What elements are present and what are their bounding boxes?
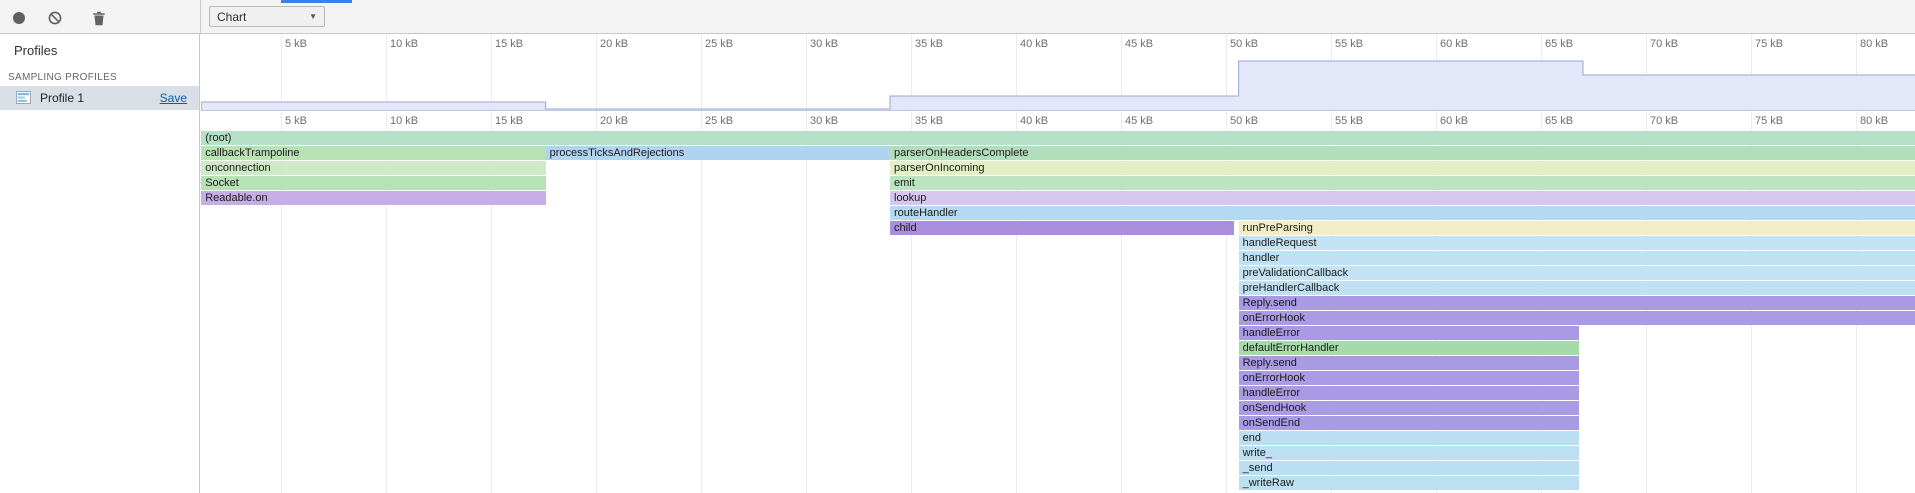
ruler-label: 5 kB (285, 38, 307, 50)
flame-frame[interactable]: _writeRaw (1239, 476, 1579, 490)
flame-frame[interactable]: handler (1239, 251, 1915, 265)
flame-frame[interactable]: onErrorHook (1239, 311, 1915, 325)
ruler-label: 75 kB (1755, 115, 1783, 127)
ruler-label: 35 kB (915, 115, 943, 127)
flame-frame[interactable]: onconnection (201, 161, 545, 175)
flame-frame[interactable]: preValidationCallback (1239, 266, 1915, 280)
ruler-label: 10 kB (390, 115, 418, 127)
ruler-label: 65 kB (1545, 38, 1573, 50)
ruler-label: 15 kB (495, 115, 523, 127)
ruler-label: 20 kB (600, 38, 628, 50)
chevron-down-icon: ▼ (309, 12, 317, 21)
ruler-label: 70 kB (1650, 38, 1678, 50)
flame-frame[interactable]: handleRequest (1239, 236, 1915, 250)
profiles-sidebar: Profiles SAMPLING PROFILES Profile 1 Sav… (0, 34, 200, 493)
flame-frame[interactable]: Reply.send (1239, 296, 1915, 310)
ruler-label: 75 kB (1755, 38, 1783, 50)
ruler-label: 30 kB (810, 115, 838, 127)
ruler-label: 45 kB (1125, 115, 1153, 127)
flame-frame[interactable]: preHandlerCallback (1239, 281, 1915, 295)
flame-frame[interactable]: onErrorHook (1239, 371, 1579, 385)
block-icon (48, 11, 62, 25)
flame-frame[interactable]: Reply.send (1239, 356, 1579, 370)
flame-frame[interactable]: _send (1239, 461, 1579, 475)
allocation-overview[interactable] (201, 60, 1915, 111)
flame-frame[interactable]: handleError (1239, 326, 1579, 340)
flame-frame[interactable]: onSendHook (1239, 401, 1579, 415)
ruler-label: 60 kB (1440, 115, 1468, 127)
flame-frame[interactable]: child (890, 221, 1234, 235)
ruler-label: 70 kB (1650, 115, 1678, 127)
blue-accent-bar (281, 0, 352, 3)
trash-icon (92, 11, 106, 26)
ruler-label: 55 kB (1335, 38, 1363, 50)
clear-profiles-button[interactable] (46, 9, 64, 27)
toolbar: Chart ▼ (0, 0, 1915, 34)
delete-profile-button[interactable] (90, 9, 108, 27)
flame-frame[interactable]: lookup (890, 191, 1915, 205)
ruler-label: 30 kB (810, 38, 838, 50)
save-profile-link[interactable]: Save (160, 91, 187, 105)
ruler-label: 35 kB (915, 38, 943, 50)
flame-frame[interactable]: write_ (1239, 446, 1579, 460)
ruler-label: 20 kB (600, 115, 628, 127)
flame-frame[interactable]: defaultErrorHandler (1239, 341, 1579, 355)
ruler-label: 25 kB (705, 115, 733, 127)
ruler-label: 50 kB (1230, 115, 1258, 127)
flame-frame[interactable]: parserOnHeadersComplete (890, 146, 1915, 160)
record-icon (12, 11, 26, 25)
flame-frame[interactable]: runPreParsing (1239, 221, 1915, 235)
ruler-label: 5 kB (285, 115, 307, 127)
ruler-label: 50 kB (1230, 38, 1258, 50)
ruler-label: 80 kB (1860, 38, 1888, 50)
flame-frame[interactable]: callbackTrampoline (201, 146, 545, 160)
flame-frame[interactable]: handleError (1239, 386, 1579, 400)
ruler-label: 15 kB (495, 38, 523, 50)
chart-view-select[interactable]: Chart ▼ (209, 6, 325, 27)
flame-frame[interactable]: routeHandler (890, 206, 1915, 220)
toolbar-separator (200, 0, 201, 33)
flame-frame[interactable]: processTicksAndRejections (546, 146, 890, 160)
ruler-label: 10 kB (390, 38, 418, 50)
flame-frame[interactable]: (root) (201, 131, 1915, 145)
ruler-label: 55 kB (1335, 115, 1363, 127)
ruler-label: 80 kB (1860, 115, 1888, 127)
record-profile-button[interactable] (10, 9, 28, 27)
ruler-label: 60 kB (1440, 38, 1468, 50)
flame-frame[interactable]: emit (890, 176, 1915, 190)
ruler-label: 45 kB (1125, 38, 1153, 50)
flame-frame[interactable]: end (1239, 431, 1579, 445)
ruler-label: 25 kB (705, 38, 733, 50)
profile-name: Profile 1 (40, 91, 84, 105)
chart-view-select-value: Chart (217, 10, 246, 24)
ruler-label: 40 kB (1020, 38, 1048, 50)
flame-frame[interactable]: onSendEnd (1239, 416, 1579, 430)
flame-chart-area: 5 kB 10 kB 15 kB 20 kB 25 kB 30 kB 35 kB 40 kB 4… (201, 34, 1915, 493)
sampling-profiles-heading: SAMPLING PROFILES (8, 72, 117, 83)
ruler-label: 65 kB (1545, 115, 1573, 127)
profile-list-item[interactable]: Profile 1 Save (0, 86, 199, 110)
sidebar-title: Profiles (14, 43, 57, 58)
flame-frame[interactable]: Socket (201, 176, 545, 190)
profile-icon (16, 91, 31, 104)
ruler-label: 40 kB (1020, 115, 1048, 127)
flame-frame[interactable]: parserOnIncoming (890, 161, 1915, 175)
flame-frame[interactable]: Readable.on (201, 191, 545, 205)
